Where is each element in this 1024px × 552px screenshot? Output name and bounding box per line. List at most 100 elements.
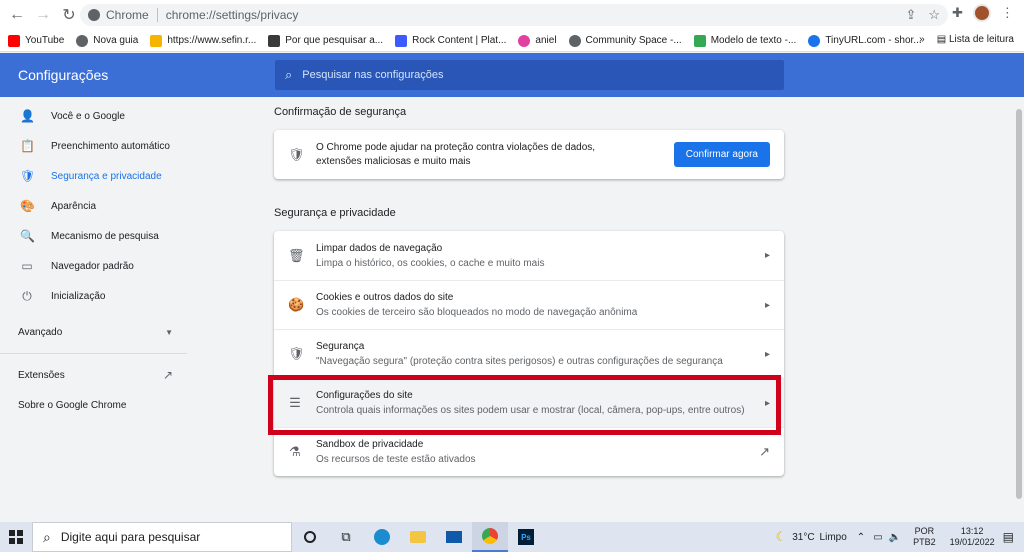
taskbar-search-input[interactable] — [60, 530, 261, 544]
trash-icon: 🗑 — [288, 247, 305, 263]
sidebar-extensions[interactable]: Extensões ↗ — [0, 360, 187, 390]
safety-check-card: 🛡 O Chrome pode ajudar na proteção contr… — [274, 130, 784, 179]
network-icon[interactable]: ▭ — [873, 532, 882, 543]
sidebar-item-aparencia[interactable]: 🎨 Aparência — [0, 191, 187, 221]
file-explorer-icon[interactable] — [400, 522, 436, 552]
notification-icon[interactable]: ▤ — [1003, 530, 1014, 544]
row-clear-browsing-data[interactable]: 🗑 Limpar dados de navegação Limpa o hist… — [274, 231, 784, 280]
bookmark-nova-guia[interactable]: Nova guia — [76, 34, 139, 47]
row-cookies[interactable]: 🍪 Cookies e outros dados do site Os cook… — [274, 280, 784, 329]
sidebar-item-navegador[interactable]: ▭ Navegador padrão — [0, 251, 187, 281]
sidebar-advanced[interactable]: Avançado ▼ — [0, 317, 187, 347]
bookmark-rock-content[interactable]: Rock Content | Plat... — [395, 34, 507, 47]
keyboard-layout: PTB2 — [913, 537, 936, 547]
back-icon[interactable]: ← — [4, 2, 30, 28]
task-view-icon[interactable]: ⧉ — [328, 522, 364, 552]
weather-moon-icon[interactable]: ☾ — [776, 529, 788, 545]
power-icon: ⏻ — [22, 288, 32, 303]
edge-icon[interactable] — [364, 522, 400, 552]
volume-icon[interactable]: 🔈 — [889, 532, 901, 543]
reading-list-icon: ▤ — [936, 34, 949, 45]
globe-icon — [76, 34, 89, 47]
sidebar-item-voce-e-o-google[interactable]: 👤 Você e o Google — [0, 101, 187, 131]
highlight-annotation-box — [268, 375, 781, 435]
bookmark-tinyurl[interactable]: TinyURL.com - shor... — [808, 34, 922, 47]
omnibox-actions: ⇪ ☆ — [905, 7, 940, 23]
sidebar-item-seguranca[interactable]: 🛡 Segurança e privacidade — [0, 161, 187, 191]
safety-check-text: O Chrome pode ajudar na proteção contra … — [316, 141, 596, 167]
sidebar-about[interactable]: Sobre o Google Chrome — [0, 390, 187, 420]
photoshop-icon[interactable]: Ps — [508, 522, 544, 552]
search-input[interactable] — [302, 69, 703, 81]
windows-taskbar: ⌕ ⧉ Ps ☾ 31°C Limpo ⌃ ▭ 🔈 POR PTB2 13:12… — [0, 522, 1024, 552]
bookmark-star-icon[interactable]: ☆ — [928, 7, 940, 23]
profile-avatar[interactable] — [972, 4, 991, 22]
bookmark-community-space[interactable]: Community Space -... — [568, 34, 682, 47]
cookie-icon: 🍪 — [288, 297, 305, 312]
omnibox-url[interactable]: chrome://settings/privacy — [166, 8, 299, 22]
share-icon[interactable]: ⇪ — [905, 7, 916, 23]
photoshop-label: Ps — [518, 529, 534, 545]
weather-text[interactable]: Limpo — [820, 532, 847, 543]
sidebar-item-label: Você e o Google — [51, 110, 125, 122]
menu-kebab-icon[interactable]: ⋮ — [1001, 5, 1014, 21]
flask-icon: ⚗ — [289, 444, 301, 459]
row-subtitle: Limpa o histórico, os cookies, o cache e… — [316, 257, 545, 269]
clock-date: 19/01/2022 — [949, 537, 995, 547]
shield-icon: 🛡 — [20, 169, 36, 183]
confirm-now-button[interactable]: Confirmar agora — [673, 142, 770, 167]
extensions-puzzle-icon[interactable]: ✚ — [952, 5, 963, 21]
person-icon: 👤 — [20, 109, 35, 123]
search-icon: ⌕ — [285, 67, 293, 82]
scrollbar[interactable] — [1014, 97, 1024, 522]
address-bar[interactable]: Chrome chrome://settings/privacy ⇪ ☆ — [80, 4, 948, 26]
rock-content-icon — [395, 34, 408, 47]
bookmark-label: TinyURL.com - shor... — [825, 35, 922, 46]
bookmark-modelo-texto[interactable]: Modelo de texto -... — [693, 34, 796, 47]
chevron-right-icon: ▸ — [764, 299, 770, 311]
settings-search[interactable]: ⌕ — [275, 60, 784, 90]
sidebar-item-label: Inicialização — [51, 290, 106, 302]
bookmark-por-que[interactable]: Por que pesquisar a... — [268, 34, 384, 47]
sefin-icon — [150, 34, 163, 47]
sidebar-item-mecanismo[interactable]: 🔍 Mecanismo de pesquisa — [0, 221, 187, 251]
reload-icon[interactable]: ↻ — [56, 2, 82, 28]
row-title: Sandbox de privacidade — [316, 439, 424, 450]
mail-icon[interactable] — [436, 522, 472, 552]
about-label: Sobre o Google Chrome — [18, 399, 127, 411]
weather-temp[interactable]: 31°C — [792, 532, 814, 543]
shield-icon: 🛡 — [288, 346, 305, 361]
sidebar-item-preenchimento[interactable]: 📋 Preenchimento automático — [0, 131, 187, 161]
chrome-taskbar-icon[interactable] — [472, 522, 508, 552]
row-security[interactable]: 🛡 Segurança "Navegação segura" (proteção… — [274, 329, 784, 378]
bookmark-label: Nova guia — [93, 35, 139, 46]
language-indicator[interactable]: POR PTB2 — [913, 526, 936, 548]
bookmark-youtube[interactable]: YouTube — [8, 34, 64, 47]
clock-time: 13:12 — [960, 526, 984, 536]
bookmarks-bar: YouTube Nova guia https://www.sefin.r...… — [0, 30, 1024, 52]
chevron-up-icon[interactable]: ⌃ — [857, 532, 865, 543]
forward-icon[interactable]: → — [30, 2, 56, 28]
scrollbar-thumb[interactable] — [1016, 109, 1022, 499]
search-icon: ⌕ — [43, 528, 51, 545]
reading-list-button[interactable]: ▤ Lista de leitura — [937, 34, 1014, 45]
row-subtitle: "Navegação segura" (proteção contra site… — [316, 356, 723, 367]
bookmark-aniel[interactable]: aniel — [518, 34, 557, 47]
taskbar-search[interactable]: ⌕ — [32, 522, 292, 552]
cortana-icon[interactable] — [292, 522, 328, 552]
bookmark-sefin[interactable]: https://www.sefin.r... — [150, 34, 256, 47]
row-text: Cookies e outros dados do site Os cookie… — [316, 292, 756, 318]
chevron-right-icon: ▸ — [764, 250, 770, 261]
bookmark-label: Por que pesquisar a... — [285, 35, 384, 46]
community-icon — [568, 34, 581, 47]
row-title: Cookies e outros dados do site — [316, 292, 454, 303]
bookmarks-more-icon[interactable]: » — [919, 34, 925, 45]
open-external-icon: ↗ — [162, 368, 173, 382]
bookmark-label: Rock Content | Plat... — [412, 35, 507, 46]
sidebar-item-inicializacao[interactable]: ⏻ Inicialização — [0, 281, 187, 311]
sidebar-divider — [0, 353, 187, 354]
windows-start-icon[interactable] — [0, 530, 32, 544]
drive-icon — [693, 34, 706, 47]
clock[interactable]: 13:12 19/01/2022 — [950, 526, 995, 548]
sidebar-item-label: Segurança e privacidade — [51, 170, 162, 182]
